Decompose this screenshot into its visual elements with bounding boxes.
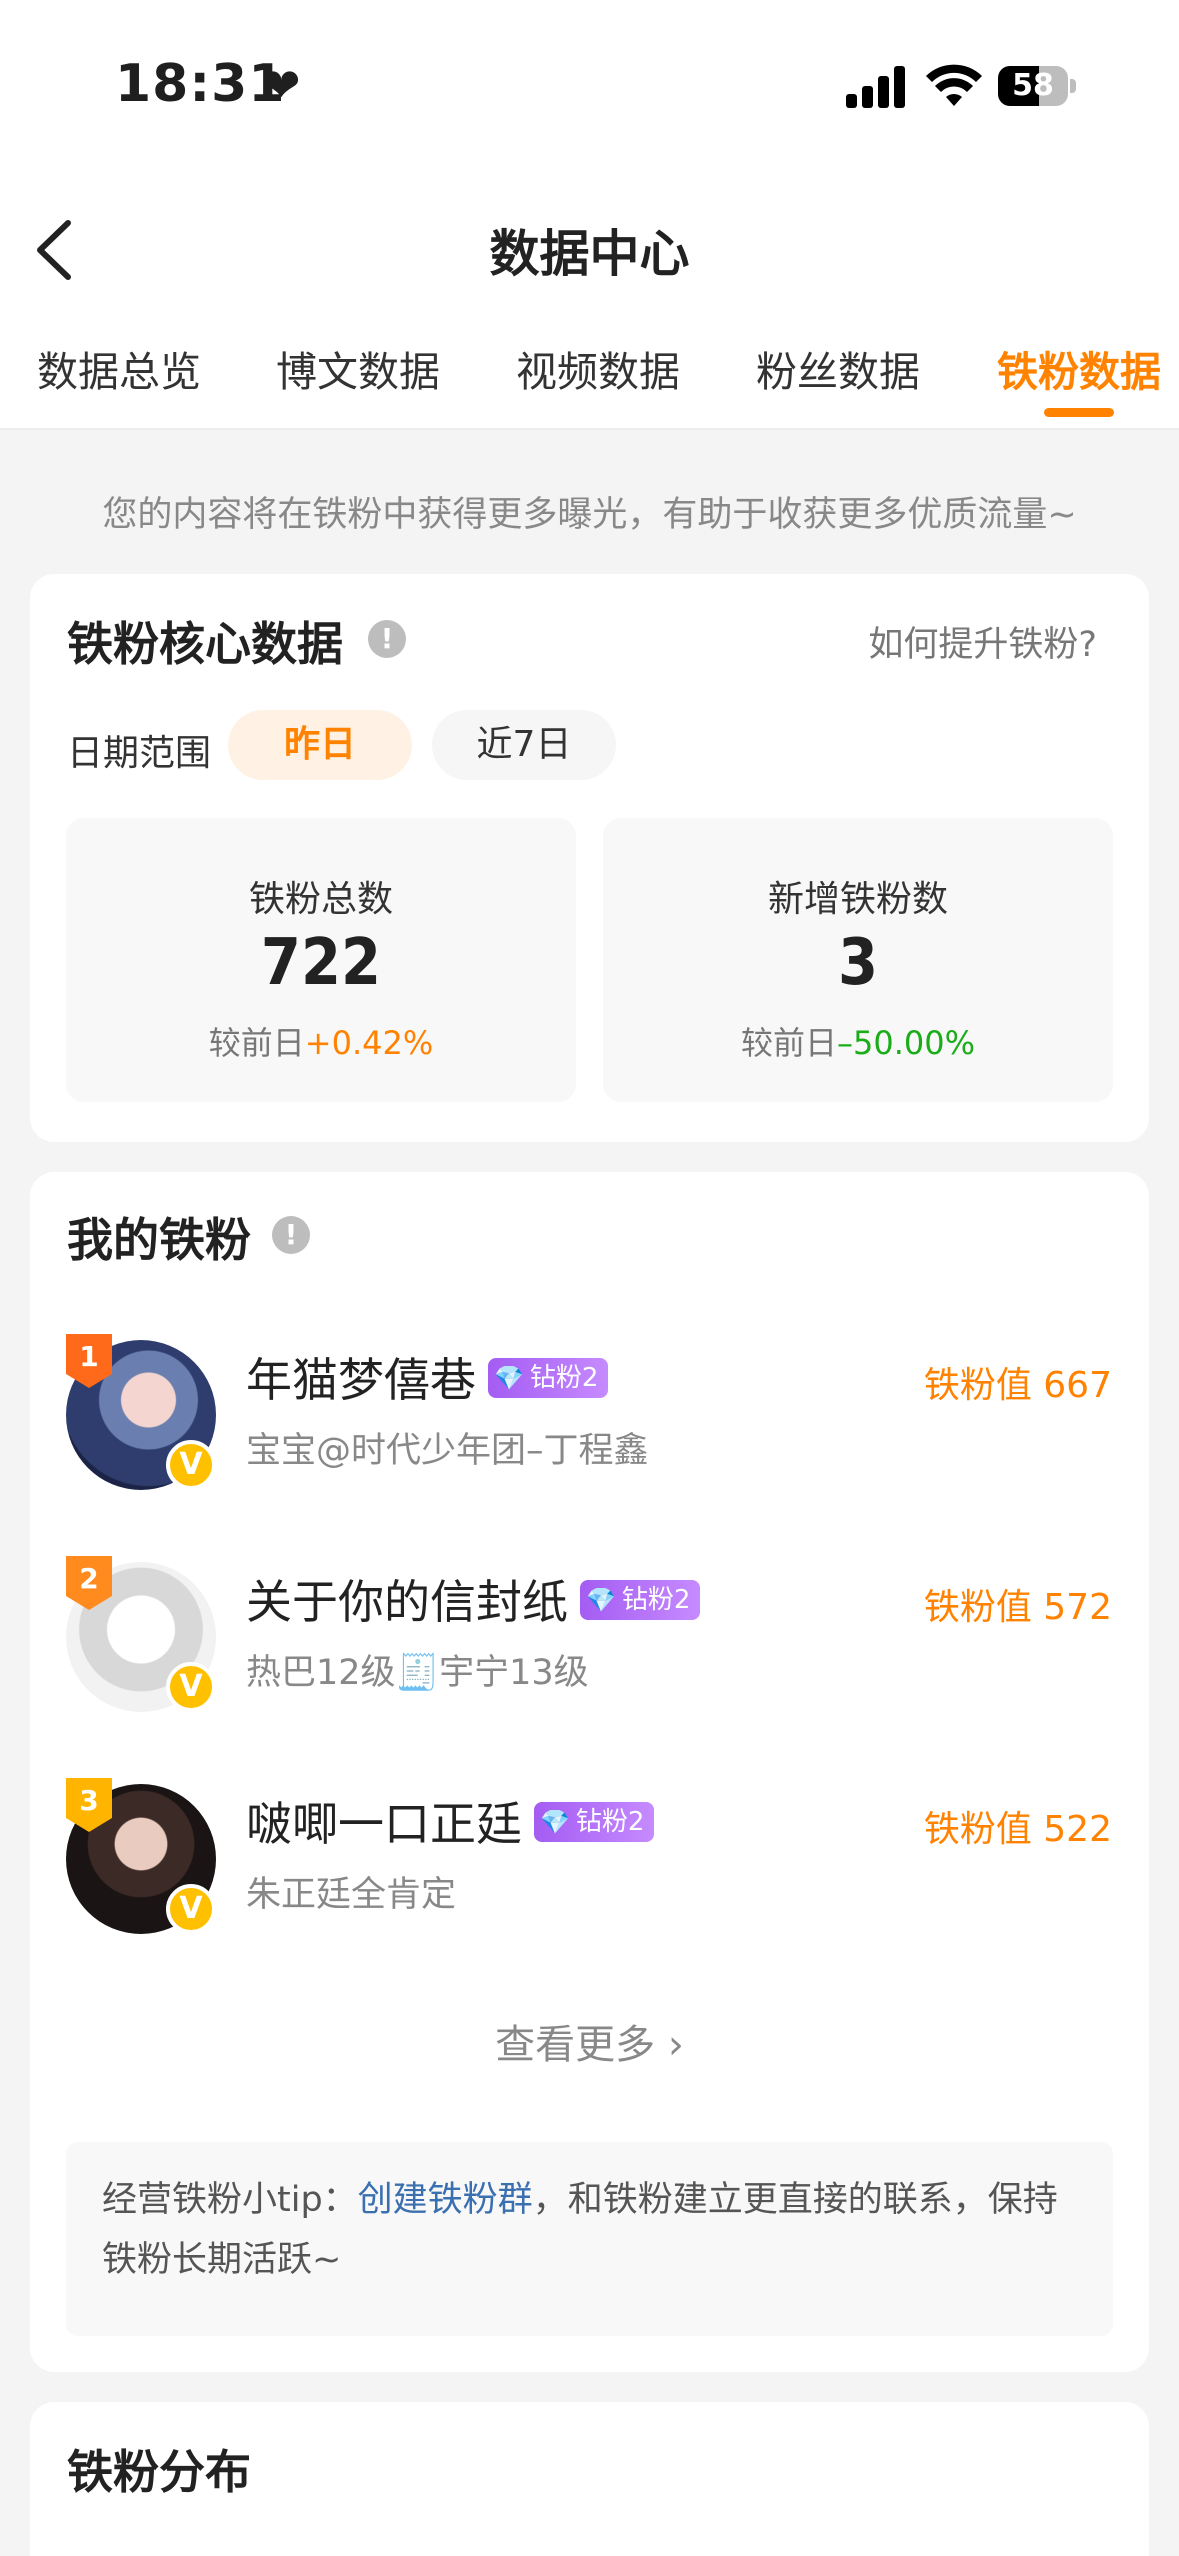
stat-label: 新增铁粉数 bbox=[767, 879, 948, 920]
stat-total-fans: 铁粉总数 722 较前日+0.42% bbox=[66, 818, 576, 1102]
core-data-title: 铁粉核心数据 bbox=[67, 617, 343, 671]
my-fans-title: 我的铁粉 bbox=[67, 1213, 251, 1267]
diamond-fan-badge: 💎 钻粉2 bbox=[534, 1801, 655, 1842]
fan-score: 铁粉值 572 bbox=[923, 1587, 1112, 1628]
verified-v-icon: V bbox=[166, 1884, 216, 1934]
stat-new-fans: 新增铁粉数 3 较前日–50.00% bbox=[603, 818, 1113, 1102]
stat-label: 铁粉总数 bbox=[248, 879, 393, 920]
stat-compare: 较前日+0.42% bbox=[208, 1024, 434, 1062]
tab-post-data[interactable]: 博文数据 bbox=[276, 338, 440, 398]
cellular-signal-icon bbox=[846, 64, 906, 108]
chevron-right-icon: › bbox=[667, 2022, 684, 2068]
page-title: 数据中心 bbox=[489, 225, 690, 283]
fan-score: 铁粉值 667 bbox=[923, 1365, 1112, 1406]
core-data-card: 铁粉核心数据 ! 如何提升铁粉? 日期范围 昨日 近7日 铁粉总数 722 较前… bbox=[30, 574, 1149, 1142]
notice-text: 您的内容将在铁粉中获得更多曝光，有助于收获更多优质流量~ bbox=[102, 495, 1077, 535]
diamond-fan-badge: 💎 钻粉2 bbox=[580, 1579, 701, 1620]
how-to-improve-link[interactable]: 如何提升铁粉? bbox=[868, 616, 1097, 667]
fan-description: 宝宝@时代少年团–丁程鑫 bbox=[246, 1431, 649, 1471]
fan-score: 铁粉值 522 bbox=[923, 1809, 1112, 1850]
wifi-icon bbox=[926, 64, 982, 106]
nav-bar: 数据中心 bbox=[0, 170, 1179, 320]
fan-row[interactable]: 1 V 年猫梦僖巷 💎 钻粉2 宝宝@时代少年团–丁程鑫 铁粉值 667 bbox=[30, 1334, 1149, 1494]
fan-row[interactable]: 3 V 啵唧一口正廷 💎 钻粉2 朱正廷全肯定 铁粉值 522 bbox=[30, 1778, 1149, 1938]
verified-v-icon: V bbox=[166, 1440, 216, 1490]
rank-number: 3 bbox=[79, 1784, 99, 1817]
fan-row[interactable]: 2 V 关于你的信封纸 💎 钻粉2 热巴12级🧾宇宁13级 铁粉值 572 bbox=[30, 1556, 1149, 1716]
stat-value: 3 bbox=[837, 926, 879, 1000]
fan-description: 朱正廷全肯定 bbox=[246, 1875, 457, 1915]
tab-iron-fans-data[interactable]: 铁粉数据 bbox=[997, 338, 1161, 398]
date-range-label: 日期范围 bbox=[67, 733, 212, 774]
stat-compare: 较前日–50.00% bbox=[740, 1024, 976, 1062]
tab-overview[interactable]: 数据总览 bbox=[37, 338, 201, 398]
stat-change: +0.42% bbox=[304, 1024, 434, 1062]
battery-icon: 58 bbox=[998, 66, 1076, 106]
fan-distribution-title: 铁粉分布 bbox=[67, 2445, 251, 2499]
fan-name: 关于你的信封纸 💎 钻粉2 bbox=[246, 1566, 701, 1632]
diamond-icon: 💎 bbox=[540, 1807, 570, 1836]
rank-number: 2 bbox=[79, 1562, 99, 1595]
active-tab-indicator bbox=[1044, 408, 1114, 417]
battery-level: 58 bbox=[1012, 68, 1054, 103]
tab-fans-data[interactable]: 粉丝数据 bbox=[756, 338, 920, 398]
verified-v-icon: V bbox=[166, 1662, 216, 1712]
diamond-fan-badge: 💎 钻粉2 bbox=[488, 1357, 609, 1398]
status-time: 18:31 bbox=[115, 54, 286, 114]
help-icon[interactable]: ! bbox=[368, 620, 406, 658]
tip-box: 经营铁粉小tip：创建铁粉群，和铁粉建立更直接的联系，保持铁粉长期活跃~ bbox=[66, 2142, 1113, 2336]
heart-icon: ❤ bbox=[262, 58, 301, 112]
view-more-button[interactable]: 查看更多 › bbox=[30, 2012, 1149, 2070]
fan-description: 热巴12级🧾宇宁13级 bbox=[246, 1653, 589, 1693]
stat-value: 722 bbox=[260, 926, 382, 1000]
tab-bar: 数据总览 博文数据 视频数据 粉丝数据 铁粉数据 bbox=[0, 320, 1179, 430]
fan-name: 啵唧一口正廷 💎 钻粉2 bbox=[246, 1788, 655, 1854]
fan-distribution-card: 铁粉分布 bbox=[30, 2402, 1149, 2556]
date-option-7-days[interactable]: 近7日 bbox=[432, 710, 616, 780]
create-fan-group-link[interactable]: 创建铁粉群 bbox=[358, 2180, 533, 2220]
date-option-yesterday[interactable]: 昨日 bbox=[228, 710, 412, 780]
status-bar: 18:31 ❤ 58 bbox=[0, 0, 1179, 170]
tab-video-data[interactable]: 视频数据 bbox=[516, 338, 680, 398]
rank-number: 1 bbox=[79, 1340, 99, 1373]
fan-name: 年猫梦僖巷 💎 钻粉2 bbox=[246, 1344, 609, 1410]
stat-change: –50.00% bbox=[837, 1024, 976, 1062]
my-fans-card: 我的铁粉 ! 1 V 年猫梦僖巷 💎 钻粉2 宝宝@时代少年团–丁程鑫 铁粉值 66… bbox=[30, 1172, 1149, 2372]
diamond-icon: 💎 bbox=[494, 1363, 524, 1392]
diamond-icon: 💎 bbox=[586, 1585, 616, 1614]
help-icon[interactable]: ! bbox=[272, 1216, 310, 1254]
